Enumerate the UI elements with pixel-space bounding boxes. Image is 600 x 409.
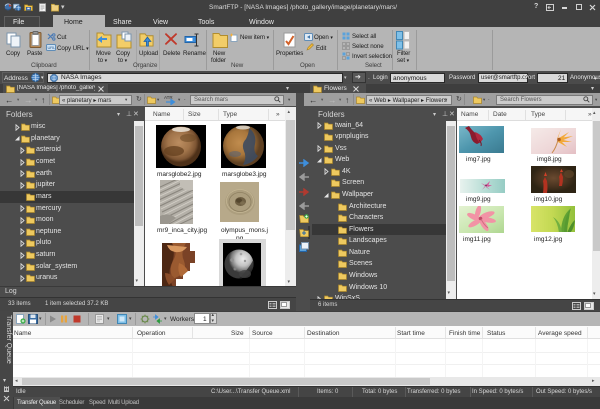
svg-text:URL: URL [48, 45, 57, 50]
svg-text:ATR: ATR [164, 95, 173, 100]
